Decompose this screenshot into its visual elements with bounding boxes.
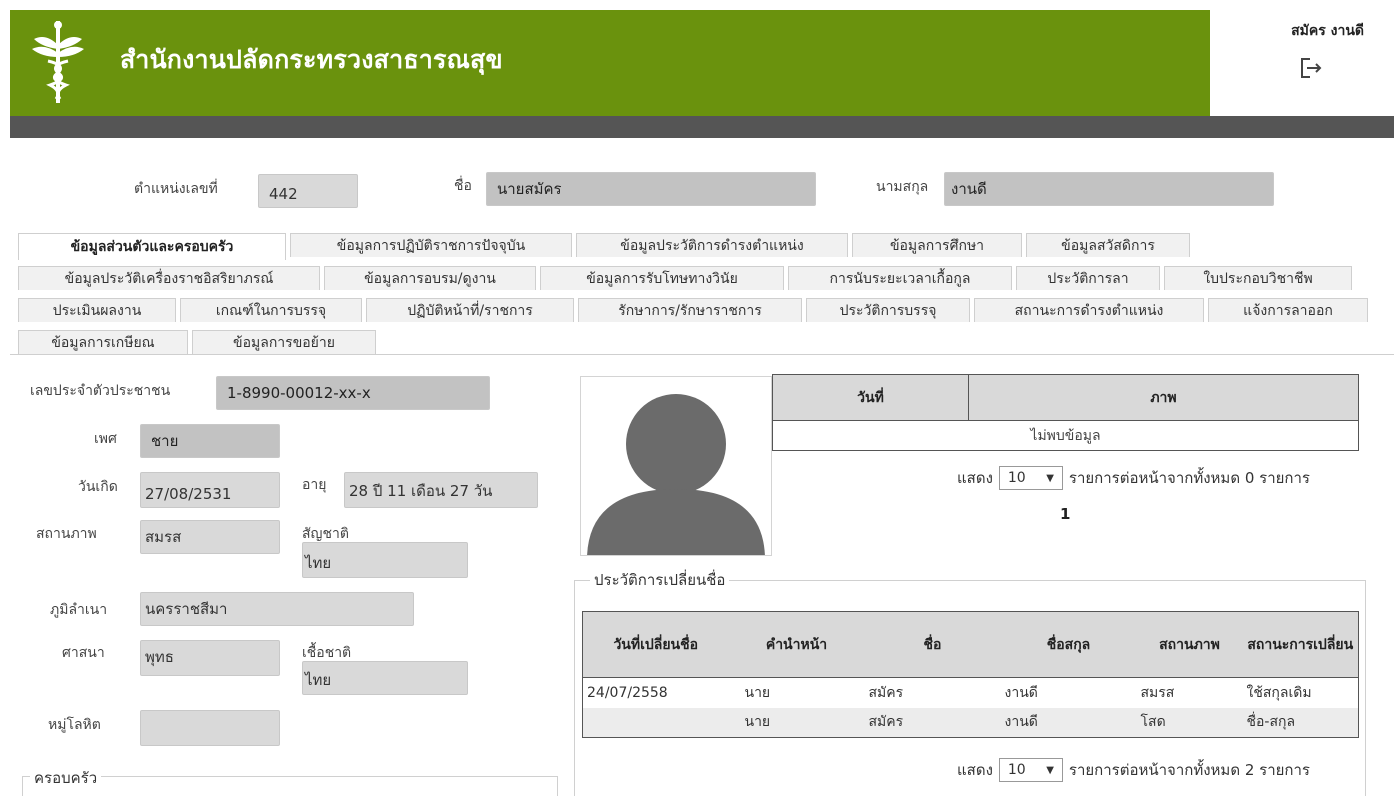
hometown-label: ภูมิลำเนา bbox=[50, 602, 108, 618]
tab-appointment-history[interactable]: ประวัติการบรรจุ bbox=[806, 298, 970, 322]
row-change-status: ใช้สกุลเดิม bbox=[1246, 684, 1312, 701]
name-history-header-firstname[interactable]: ชื่อ bbox=[864, 611, 1001, 678]
table-row[interactable]: นาย สมัคร งานดี โสด ชื่อ-สกุล bbox=[582, 707, 1359, 738]
name-history-page-size-value: 10 bbox=[1007, 762, 1026, 778]
tab-supporting-time[interactable]: การนับระยะเวลาเกื้อกูล bbox=[788, 266, 1012, 290]
row-date: 24/07/2558 bbox=[587, 684, 668, 701]
tab-discipline[interactable]: ข้อมูลการรับโทษทางวินัย bbox=[540, 266, 784, 290]
row-firstname: สมัคร bbox=[864, 707, 1001, 738]
row-marital: โสด bbox=[1136, 707, 1243, 738]
tab-acting-position[interactable]: รักษาการ/รักษาราชการ bbox=[578, 298, 802, 322]
caduceus-logo-icon bbox=[32, 21, 84, 103]
name-field: นายสมัคร bbox=[486, 172, 816, 206]
logout-icon[interactable] bbox=[1298, 55, 1324, 81]
family-fieldset-right bbox=[557, 776, 558, 796]
tab-leave-history[interactable]: ประวัติการลา bbox=[1016, 266, 1160, 290]
tab-decorations[interactable]: ข้อมูลประวัติเครื่องราชอิสริยาภรณ์ bbox=[18, 266, 320, 290]
row-surname: งานดี bbox=[1004, 684, 1038, 701]
photo-page-number[interactable]: 1 bbox=[1060, 505, 1070, 523]
photo-show-label: แสดง bbox=[957, 469, 993, 487]
photo-summary: รายการต่อหน้าจากทั้งหมด 0 รายการ bbox=[1068, 469, 1310, 487]
row-change-status: ชื่อ-สกุล bbox=[1242, 707, 1359, 738]
photo-table-empty: ไม่พบข้อมูล bbox=[772, 420, 1359, 451]
gender-field: ชาย bbox=[140, 424, 280, 458]
photo-pager: แสดง 10 ▼ รายการต่อหน้าจากทั้งหมด 0 รายก… bbox=[957, 466, 1310, 490]
name-history-header-prefix[interactable]: คำนำหน้า bbox=[728, 611, 865, 678]
row-prefix: นาย bbox=[744, 684, 771, 701]
tab-official-duty[interactable]: ปฏิบัติหน้าที่/ราชการ bbox=[366, 298, 574, 322]
family-legend: ครอบครัว bbox=[30, 766, 102, 790]
tab-retirement[interactable]: ข้อมูลการเกษียณ bbox=[18, 330, 188, 354]
name-history-header-date[interactable]: วันที่เปลี่ยนชื่อ bbox=[582, 611, 729, 678]
family-fieldset-border bbox=[22, 776, 558, 777]
position-field: 442 bbox=[258, 174, 358, 208]
name-history-show-label: แสดง bbox=[957, 761, 993, 779]
name-history-header-marital[interactable]: สถานภาพ bbox=[1136, 611, 1243, 678]
hometown-field: นครราชสีมา bbox=[140, 592, 414, 626]
site-title: สำนักงานปลัดกระทรวงสาธารณสุข bbox=[120, 45, 503, 74]
photo-table: วันที่ ภาพ ไม่พบข้อมูล bbox=[772, 374, 1359, 451]
tab-training[interactable]: ข้อมูลการอบรม/ดูงาน bbox=[324, 266, 536, 290]
name-history-header-change-status[interactable]: สถานะการเปลี่ยน bbox=[1242, 611, 1359, 678]
religion-field: พุทธ bbox=[140, 640, 280, 676]
name-history-fieldset-left bbox=[574, 580, 575, 796]
tab-divider bbox=[10, 354, 1394, 355]
nationality-field: ไทย bbox=[302, 542, 468, 578]
table-row[interactable]: 24/07/2558 นาย สมัคร งานดี สมรส ใช้สกุลเ… bbox=[583, 678, 1359, 708]
family-fieldset-left bbox=[22, 776, 23, 796]
person-placeholder-icon bbox=[587, 394, 765, 555]
blood-type-field bbox=[140, 710, 280, 746]
row-date bbox=[582, 707, 729, 738]
profile-photo bbox=[580, 376, 772, 556]
row-marital: สมรส bbox=[1140, 684, 1175, 701]
tab-resignation[interactable]: แจ้งการลาออก bbox=[1208, 298, 1368, 322]
tab-education[interactable]: ข้อมูลการศึกษา bbox=[852, 233, 1022, 257]
birthdate-label: วันเกิด bbox=[78, 479, 118, 495]
ethnicity-field: ไทย bbox=[302, 661, 468, 695]
chevron-down-icon: ▼ bbox=[1046, 764, 1054, 776]
row-prefix: นาย bbox=[728, 707, 865, 738]
gender-label: เพศ bbox=[94, 431, 117, 447]
tab-performance-evaluation[interactable]: ประเมินผลงาน bbox=[18, 298, 176, 322]
blood-type-label: หมู่โลหิต bbox=[48, 717, 101, 733]
tab-professional-license[interactable]: ใบประกอบวิชาชีพ bbox=[1164, 266, 1352, 290]
id-label: เลขประจำตัวประชาชน bbox=[30, 383, 171, 399]
marital-status-label: สถานภาพ bbox=[36, 526, 97, 542]
photo-page-size-value: 10 bbox=[1007, 470, 1026, 486]
name-history-pager: แสดง 10 ▼ รายการต่อหน้าจากทั้งหมด 2 รายก… bbox=[957, 758, 1310, 782]
birthdate-field: 27/08/2531 bbox=[140, 472, 280, 508]
name-label: ชื่อ bbox=[454, 178, 472, 194]
name-history-page-size-select[interactable]: 10 ▼ bbox=[998, 758, 1063, 782]
tab-transfer-request[interactable]: ข้อมูลการขอย้าย bbox=[192, 330, 376, 354]
photo-table-header-photo[interactable]: ภาพ bbox=[968, 374, 1359, 421]
name-history-header-surname[interactable]: ชื่อสกุล bbox=[1000, 611, 1137, 678]
tab-welfare[interactable]: ข้อมูลสวัสดิการ bbox=[1026, 233, 1190, 257]
row-firstname: สมัคร bbox=[868, 684, 904, 701]
nav-bar bbox=[10, 116, 1394, 138]
tab-appointment-criteria[interactable]: เกณฑ์ในการบรรจุ bbox=[180, 298, 362, 322]
name-history-summary: รายการต่อหน้าจากทั้งหมด 2 รายการ bbox=[1068, 761, 1310, 779]
photo-table-header-date[interactable]: วันที่ bbox=[772, 374, 969, 421]
position-label: ตำแหน่งเลขที่ bbox=[134, 181, 218, 197]
surname-label: นามสกุล bbox=[876, 179, 929, 195]
name-history-fieldset-right bbox=[1365, 580, 1366, 796]
age-field: 28 ปี 11 เดือน 27 วัน bbox=[344, 472, 538, 508]
tab-position-history[interactable]: ข้อมูลประวัติการดำรงตำแหน่ง bbox=[576, 233, 848, 257]
name-history-legend: ประวัติการเปลี่ยนชื่อ bbox=[590, 568, 730, 592]
chevron-down-icon: ▼ bbox=[1046, 472, 1054, 484]
tab-personal-family[interactable]: ข้อมูลส่วนตัวและครอบครัว bbox=[18, 233, 286, 260]
row-surname: งานดี bbox=[1000, 707, 1137, 738]
marital-status-field: สมรส bbox=[140, 520, 280, 554]
surname-field: งานดี bbox=[944, 172, 1274, 206]
age-label: อายุ bbox=[302, 477, 327, 493]
tab-current-service[interactable]: ข้อมูลการปฏิบัติราชการปัจจุบัน bbox=[290, 233, 572, 257]
tab-position-status[interactable]: สถานะการดำรงตำแหน่ง bbox=[974, 298, 1204, 322]
photo-page-size-select[interactable]: 10 ▼ bbox=[998, 466, 1063, 490]
header: สำนักงานปลัดกระทรวงสาธารณสุข สมัคร งานดี bbox=[0, 0, 1394, 138]
religion-label: ศาสนา bbox=[62, 645, 105, 661]
user-name: สมัคร งานดี bbox=[1291, 23, 1364, 39]
name-history-table: วันที่เปลี่ยนชื่อ คำนำหน้า ชื่อ ชื่อสกุล… bbox=[582, 611, 1359, 738]
id-field: 1-8990-00012-xx-x bbox=[216, 376, 490, 410]
